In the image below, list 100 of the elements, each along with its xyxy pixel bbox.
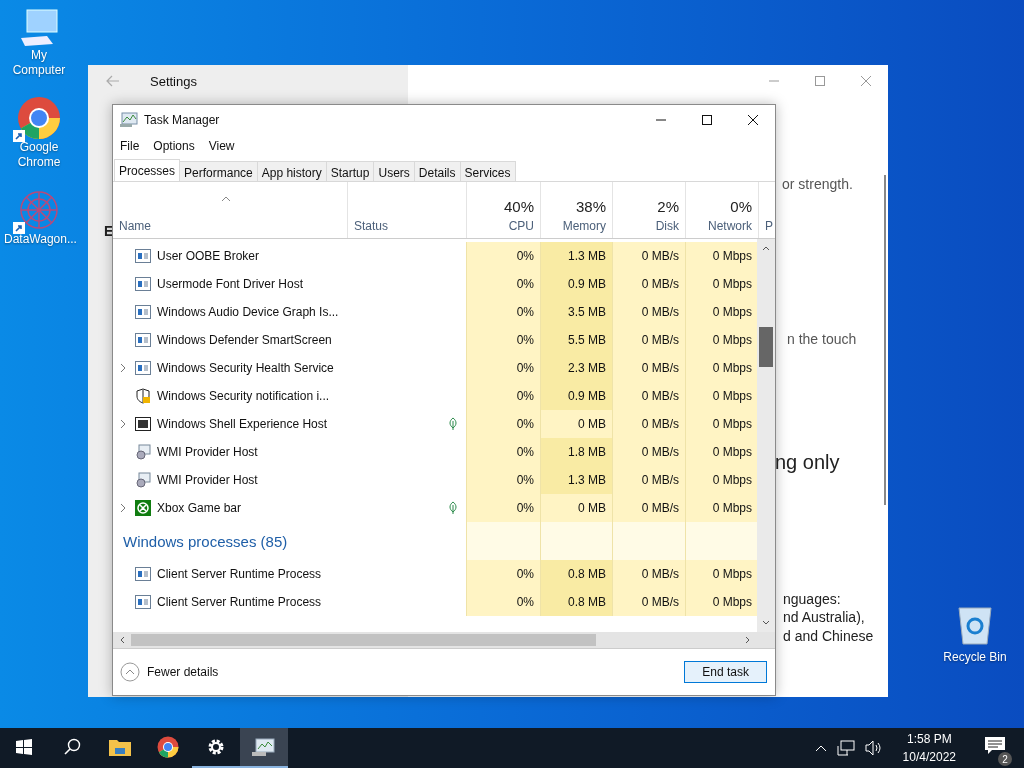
memory-cell: 1.3 MB xyxy=(540,242,612,270)
process-name[interactable]: Windows Defender SmartScreen xyxy=(157,333,332,347)
column-header[interactable]: 0% Network xyxy=(685,182,758,238)
scrollbar-thumb[interactable] xyxy=(759,327,773,367)
cpu-cell: 0% xyxy=(466,410,540,438)
settings-text: nguages: xyxy=(783,591,841,607)
desktop-icon-label[interactable]: My Computer xyxy=(4,48,74,78)
network-cell: 0 Mbps xyxy=(685,560,757,588)
process-name[interactable]: User OOBE Broker xyxy=(157,249,260,263)
tab[interactable]: Services xyxy=(459,161,516,181)
settings-text: n the touch xyxy=(787,331,857,347)
process-name[interactable]: WMI Provider Host xyxy=(157,445,258,459)
end-task-button[interactable]: End task xyxy=(684,661,767,683)
disk-cell: 0 MB/s xyxy=(612,466,685,494)
disk-cell: 0 MB/s xyxy=(612,382,685,410)
column-header[interactable]: 40% CPU xyxy=(466,182,540,238)
taskbar-button[interactable] xyxy=(240,728,288,768)
settings-text: or strength. xyxy=(782,176,853,192)
network-cell: 0 Mbps xyxy=(685,494,757,522)
tab[interactable]: Details xyxy=(413,161,461,181)
scroll-up-icon[interactable] xyxy=(762,245,770,251)
cpu-cell: 0% xyxy=(466,382,540,410)
disk-cell: 0 MB/s xyxy=(612,242,685,270)
process-name[interactable]: Windows Security Health Service xyxy=(157,361,334,375)
cpu-cell: 0% xyxy=(466,242,540,270)
menu-item[interactable]: File xyxy=(120,139,140,153)
column-header[interactable]: P xyxy=(758,182,776,238)
memory-cell: 0.8 MB xyxy=(540,560,612,588)
expand-chevron-icon[interactable] xyxy=(119,503,127,513)
app-window-icon xyxy=(135,361,151,375)
horizontal-scrollbar[interactable] xyxy=(113,632,775,649)
network-cell: 0 Mbps xyxy=(685,410,757,438)
expand-chevron-icon[interactable] xyxy=(119,363,127,373)
sort-caret-icon xyxy=(221,196,231,202)
column-header[interactable]: Status xyxy=(347,182,466,238)
speaker-icon[interactable] xyxy=(864,740,883,756)
column-header[interactable]: Name xyxy=(113,182,347,238)
app-window-icon xyxy=(135,595,151,609)
column-header[interactable]: 38% Memory xyxy=(540,182,612,238)
desktop-icon-label[interactable]: Recycle Bin xyxy=(940,650,1010,665)
app-window-icon xyxy=(135,417,151,431)
fewer-details-link[interactable]: Fewer details xyxy=(120,662,219,682)
monitor-chart-icon[interactable] xyxy=(252,737,276,757)
collapse-circle-icon[interactable] xyxy=(120,662,140,682)
scroll-right-icon[interactable] xyxy=(745,636,751,644)
settings-text: d and Chinese xyxy=(783,628,874,644)
windows-logo-icon[interactable] xyxy=(16,739,32,755)
cpu-cell: 0% xyxy=(466,326,540,354)
process-name[interactable]: Windows Shell Experience Host xyxy=(157,417,328,431)
memory-cell: 0 MB xyxy=(540,410,612,438)
scrollbar-thumb[interactable] xyxy=(131,634,596,646)
settings-text: nd Australia), xyxy=(783,609,865,625)
chrome-icon[interactable] xyxy=(157,736,179,758)
app-window-icon xyxy=(135,333,151,347)
tab[interactable]: Users xyxy=(373,161,415,181)
process-name[interactable]: Client Server Runtime Process xyxy=(157,595,322,609)
scroll-left-icon[interactable] xyxy=(119,636,125,644)
settings-icon[interactable] xyxy=(206,737,226,757)
tab[interactable]: App history xyxy=(256,161,327,181)
network-cell: 0 Mbps xyxy=(685,382,757,410)
tab[interactable]: Processes xyxy=(114,159,181,181)
shortcut-arrow-icon xyxy=(13,222,25,234)
process-name[interactable]: Usermode Font Driver Host xyxy=(157,277,304,291)
folder-icon[interactable] xyxy=(109,738,131,756)
monitor-chart-icon xyxy=(120,112,138,128)
menu-item[interactable]: Options xyxy=(153,139,195,153)
close-icon[interactable] xyxy=(747,114,759,126)
process-name[interactable]: WMI Provider Host xyxy=(157,473,258,487)
cpu-cell: 0% xyxy=(466,354,540,382)
pattern-icon[interactable] xyxy=(17,188,61,232)
app-window-icon xyxy=(135,305,151,319)
tab[interactable]: Startup xyxy=(325,161,375,181)
expand-chevron-icon[interactable] xyxy=(119,419,127,429)
shortcut-arrow-icon xyxy=(13,130,25,142)
notification-badge: 2 xyxy=(998,752,1012,766)
maximize-icon[interactable] xyxy=(701,114,713,126)
column-header[interactable]: 2% Disk xyxy=(612,182,685,238)
memory-cell: 0 MB xyxy=(540,494,612,522)
process-name[interactable]: Windows Audio Device Graph Is... xyxy=(157,305,339,319)
process-name[interactable]: Client Server Runtime Process xyxy=(157,567,322,581)
process-name[interactable]: Xbox Game bar xyxy=(157,501,242,515)
clock[interactable]: 1:58 PM 10/4/2022 xyxy=(892,730,966,766)
disk-cell: 0 MB/s xyxy=(612,354,685,382)
memory-cell: 1.3 MB xyxy=(540,466,612,494)
desktop-icon-label[interactable]: Google Chrome xyxy=(4,140,74,170)
memory-cell: 0.9 MB xyxy=(540,382,612,410)
network-cell: 0 Mbps xyxy=(685,326,757,354)
scroll-down-icon[interactable] xyxy=(762,620,770,626)
memory-cell: 1.8 MB xyxy=(540,438,612,466)
network-icon[interactable] xyxy=(836,740,855,756)
desktop-icon-label[interactable]: DataWagon... xyxy=(4,232,74,247)
vertical-scrollbar[interactable] xyxy=(757,239,775,632)
chevron-up-icon[interactable] xyxy=(814,744,827,752)
notification-icon[interactable] xyxy=(984,736,1006,756)
tab[interactable]: Performance xyxy=(179,161,258,181)
cpu-cell: 0% xyxy=(466,494,540,522)
menu-item[interactable]: View xyxy=(208,139,235,153)
cpu-cell: 0% xyxy=(466,298,540,326)
process-name[interactable]: Windows Security notification i... xyxy=(157,389,330,403)
search-icon[interactable] xyxy=(63,738,81,756)
